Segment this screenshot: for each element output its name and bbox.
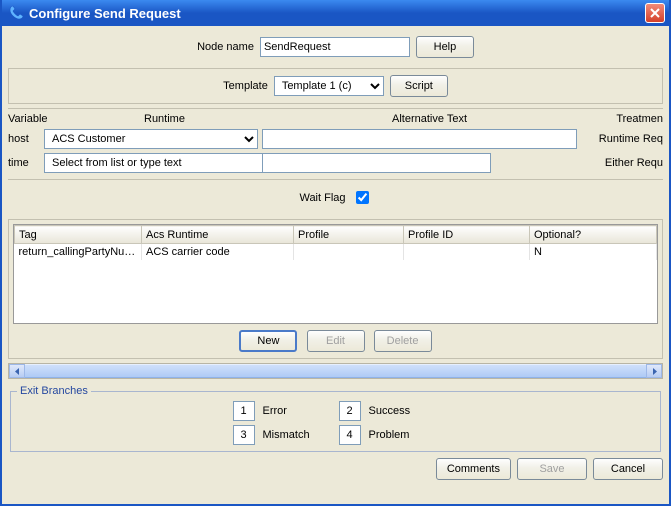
scroll-left-arrow-icon[interactable] [9,364,25,378]
help-button[interactable]: Help [416,36,474,58]
cancel-button[interactable]: Cancel [593,458,663,480]
col-alt-text: Alternative Text [262,113,582,125]
cell-tag: return_callingPartyNum... [15,244,142,261]
wait-flag-panel: Wait Flag [8,179,663,215]
scroll-track[interactable] [25,364,646,378]
cell-optional: N [530,244,657,261]
tag-table: Tag Acs Runtime Profile Profile ID Optio… [14,225,657,260]
var-alt-text-input[interactable] [262,153,491,173]
new-button[interactable]: New [239,330,297,352]
template-select[interactable]: Template 1 (c) [274,76,384,96]
wait-flag-checkbox[interactable] [356,191,369,204]
variable-row: host ACS Customer Runtime Req [8,127,663,151]
var-name: host [8,133,44,145]
tag-table-buttons: New Edit Delete [13,324,658,354]
tag-table-wrap: Tag Acs Runtime Profile Profile ID Optio… [13,224,658,324]
exit-branch-label: Mismatch [263,429,333,441]
comments-button[interactable]: Comments [436,458,511,480]
cell-profile [294,244,404,261]
col-tag[interactable]: Tag [15,226,142,244]
scroll-right-arrow-icon[interactable] [646,364,662,378]
exit-branch-num: 1 [233,401,255,421]
close-button[interactable] [645,3,665,23]
horizontal-scrollbar[interactable] [8,363,663,379]
node-name-label: Node name [197,41,254,53]
template-label: Template [223,80,268,92]
exit-branch-num: 3 [233,425,255,445]
wait-flag-label: Wait Flag [299,192,345,204]
node-name-row: Node name Help [8,30,663,64]
tag-table-header-row: Tag Acs Runtime Profile Profile ID Optio… [15,226,657,244]
var-treatment: Either Requ [582,157,663,169]
exit-branch-label: Success [369,405,439,417]
node-name-input[interactable] [260,37,410,57]
exit-branch-num: 4 [339,425,361,445]
delete-button[interactable]: Delete [374,330,432,352]
exit-branch-label: Error [263,405,333,417]
col-variable: Variable [8,113,44,125]
exit-branch-num: 2 [339,401,361,421]
exit-branches-legend: Exit Branches [17,385,91,397]
template-panel: Template Template 1 (c) Script [8,68,663,104]
exit-branches-fieldset: Exit Branches 1 Error 2 Success 3 Mismat… [10,385,661,452]
edit-button[interactable]: Edit [307,330,365,352]
cell-profile-id [404,244,530,261]
save-button[interactable]: Save [517,458,587,480]
variable-row: time Select from list or type text Eithe… [8,151,663,175]
col-treatment: Treatmen [582,113,663,125]
tag-table-panel: Tag Acs Runtime Profile Profile ID Optio… [8,219,663,359]
col-profile[interactable]: Profile [294,226,404,244]
col-acs-runtime[interactable]: Acs Runtime [142,226,294,244]
var-runtime-select[interactable]: ACS Customer [44,129,258,149]
footer-buttons: Comments Save Cancel [8,458,663,480]
title-bar: Configure Send Request [2,0,669,26]
col-profile-id[interactable]: Profile ID [404,226,530,244]
variable-header-row: Variable Runtime Alternative Text Treatm… [8,108,663,127]
exit-branches-grid: 1 Error 2 Success 3 Mismatch 4 Problem [17,401,654,445]
content-area: Node name Help Template Template 1 (c) S… [2,26,669,486]
var-name: time [8,157,44,169]
col-optional[interactable]: Optional? [530,226,657,244]
exit-branch-label: Problem [369,429,439,441]
script-button[interactable]: Script [390,75,448,97]
cell-acs-runtime: ACS carrier code [142,244,294,261]
var-treatment: Runtime Req [582,133,663,145]
col-runtime: Runtime [44,113,262,125]
app-phone-icon [8,5,24,21]
window-title: Configure Send Request [29,6,645,21]
table-row[interactable]: return_callingPartyNum... ACS carrier co… [15,244,657,261]
var-alt-text-input[interactable] [262,129,577,149]
